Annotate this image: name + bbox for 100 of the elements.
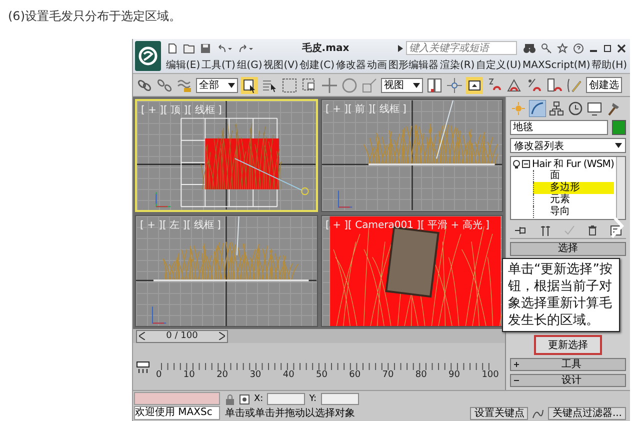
window-title: 毛皮.max (300, 42, 350, 55)
lightbulb-icon[interactable] (513, 160, 520, 168)
key-curve-icon[interactable] (532, 408, 544, 418)
coordinate-field[interactable] (320, 393, 359, 405)
pivot-icon[interactable] (426, 76, 443, 94)
help-icon[interactable] (573, 42, 584, 54)
pencil-icon[interactable] (566, 76, 583, 94)
folder-icon[interactable] (183, 42, 195, 54)
clock-icon[interactable] (567, 100, 584, 117)
undo-icon[interactable] (216, 42, 232, 54)
percent-magnet-icon[interactable] (526, 76, 543, 94)
menu-item[interactable]: 组(G) (236, 58, 262, 72)
sub-object-item[interactable]: 导向 (533, 206, 614, 218)
dropdown[interactable]: 视图 (381, 78, 423, 92)
axis-tripod-icon (156, 192, 172, 208)
frame-number: 0 (156, 370, 162, 380)
spinner-magnet-icon[interactable] (546, 76, 563, 94)
selection-mode-icon[interactable] (239, 394, 250, 404)
close-icon[interactable] (617, 44, 626, 52)
angle-magnet-icon[interactable] (506, 76, 523, 94)
rollout-title: 设计 (560, 376, 582, 386)
named-selection-field[interactable]: 创建选 (586, 77, 622, 93)
viewport[interactable]: [ + ][ Camera001 ][ 平滑 + 高光 ] (320, 214, 503, 327)
frame-number: 60 (349, 370, 361, 380)
menu-item[interactable]: MAXScript(M) (522, 60, 590, 70)
coordinate-field[interactable] (267, 393, 306, 405)
dashed-square-icon[interactable] (281, 76, 298, 94)
lock-icon[interactable] (225, 394, 235, 404)
track-bar-icon[interactable] (136, 360, 150, 374)
dropdown-caret-icon (413, 82, 420, 88)
menu-item[interactable]: 创建(C) (300, 58, 334, 72)
broken-chain-icon[interactable] (156, 76, 173, 94)
dropdown-caret-icon (615, 143, 622, 148)
menu-item[interactable]: 视图(V) (264, 58, 298, 72)
target-line (436, 100, 453, 160)
key-filters-button[interactable]: 关键点过滤器... (548, 406, 626, 420)
check-icon[interactable] (564, 225, 575, 236)
rollout-header[interactable]: 选择 (510, 242, 626, 256)
app-logo-icon[interactable] (135, 41, 161, 71)
curve-icon[interactable] (529, 100, 546, 117)
scrollbar[interactable] (616, 157, 625, 219)
search-field[interactable]: 键入关键字或短语 (406, 41, 517, 55)
menu-item[interactable]: 编辑(E) (166, 58, 200, 72)
rollout-header[interactable]: 设计 (510, 374, 626, 387)
rollout-title: 工具 (560, 360, 582, 370)
star-icon[interactable] (557, 42, 568, 54)
frame-number: 50 (316, 370, 328, 380)
save-icon[interactable] (200, 42, 211, 54)
menu-item[interactable]: 渲染(R) (440, 58, 475, 72)
dropdown-caret-icon (228, 82, 235, 88)
collapse-icon[interactable] (522, 160, 530, 168)
object-name-field[interactable]: 地毯 (510, 120, 608, 135)
time-slider[interactable]: 0 / 100 (133, 329, 505, 343)
cursor-icon[interactable] (241, 76, 258, 94)
status-message: 单击或单击并拖动以选择对象 (225, 406, 356, 420)
target-line (234, 158, 303, 191)
stack-bars-icon[interactable] (540, 225, 551, 236)
frame-number: 40 (282, 370, 294, 380)
color-swatch[interactable] (612, 120, 626, 135)
axis-tripod-icon (338, 190, 352, 208)
frame-number: 20 (216, 370, 228, 380)
rollout-header[interactable]: 工具 (510, 358, 626, 371)
slider-thumb[interactable]: 0 / 100 (136, 330, 228, 342)
menu-item[interactable]: 帮助(H) (592, 58, 627, 72)
menu-item[interactable]: 图形编辑器 (388, 58, 439, 72)
callout-tooltip: 单击“更新选择”按钮，根据当前子对象选择重新计算毛发生长的区域。 (502, 258, 620, 332)
monitor-icon[interactable] (586, 100, 603, 117)
menu-item[interactable]: 自定义(U) (476, 58, 522, 72)
menu-item[interactable]: 动画 (367, 58, 388, 72)
node-axis-icon[interactable] (446, 76, 463, 94)
menu-item[interactable]: 工具(T) (201, 58, 236, 72)
target-line (236, 216, 240, 256)
frame-number: 100 (482, 370, 499, 380)
trash-icon[interactable] (588, 225, 597, 236)
triangle-icon (398, 44, 403, 52)
dropdown[interactable]: 全部 (196, 78, 238, 92)
hierarchy-icon[interactable] (548, 100, 565, 117)
modifier-list-dropdown[interactable]: 修改器列表 (510, 138, 626, 153)
sub-object-item[interactable]: 元素 (533, 194, 614, 206)
coordinate-label: X: (254, 394, 264, 404)
modifier-item[interactable]: Hair 和 Fur (WSM) (532, 157, 614, 171)
sub-object-item[interactable]: 多边形 (533, 182, 614, 194)
redo-icon[interactable] (237, 42, 253, 54)
step-caption: (6)设置毛发只分布于选定区域。 (7, 8, 182, 25)
move-cross-icon[interactable] (321, 76, 338, 94)
key-icon[interactable] (541, 42, 552, 54)
frame-number: 80 (415, 370, 427, 380)
update-selection-button[interactable]: 更新选择 (534, 335, 602, 355)
pin-icon[interactable] (514, 225, 527, 236)
frame-icon[interactable] (466, 76, 483, 94)
frame-number: 30 (250, 370, 262, 380)
coordinate-label: Y: (309, 394, 317, 404)
menu-item[interactable]: 修改器 (336, 58, 366, 72)
binoculars-icon[interactable] (523, 42, 536, 54)
maximize-icon[interactable] (603, 44, 612, 52)
new-file-icon[interactable] (167, 42, 178, 54)
viewport-label[interactable]: [ + ][ Camera001 ][ 平滑 + 高光 ] (326, 218, 490, 232)
frame-number: 10 (183, 370, 195, 380)
axis-tripod-icon (152, 306, 167, 324)
set-key-button[interactable]: 设置关键点 (470, 406, 528, 420)
